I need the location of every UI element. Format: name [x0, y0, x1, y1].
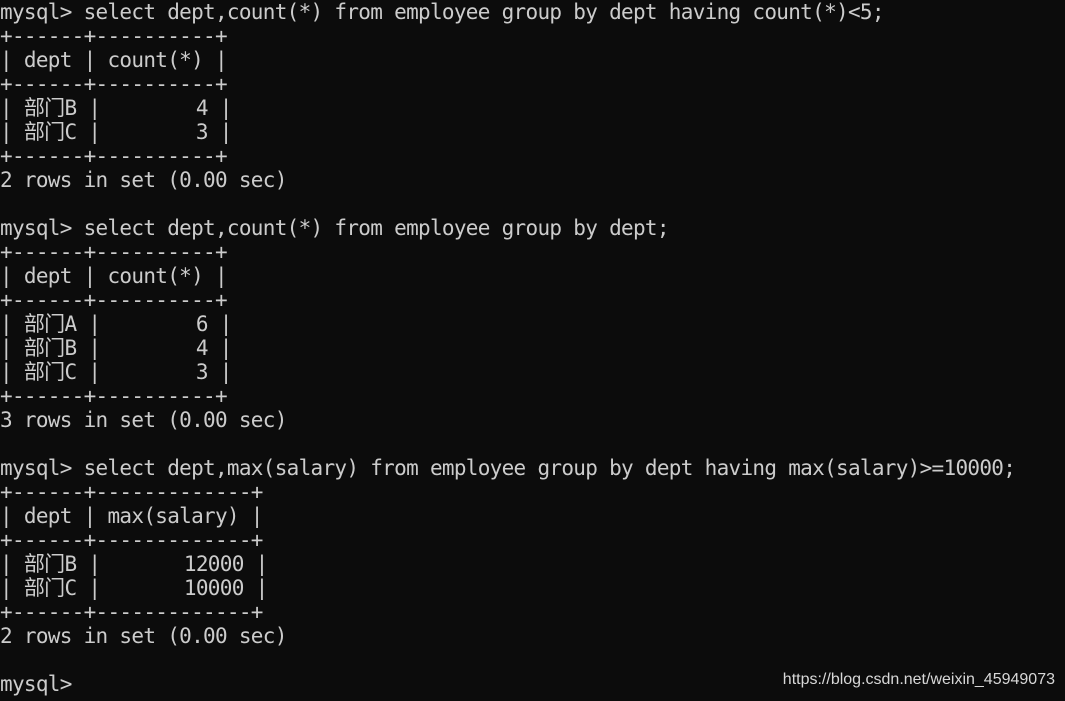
result-summary: 3 rows in set (0.00 sec) [0, 408, 287, 432]
command-line: mysql> select dept,max(salary) from empl… [0, 456, 1016, 480]
result-summary: 2 rows in set (0.00 sec) [0, 168, 287, 192]
table-border: +------+----------+ [0, 24, 228, 48]
table-row: | 部门B | 4 | [0, 336, 232, 360]
table-header-row: | dept | count(*) | [0, 48, 228, 72]
table-border: +------+----------+ [0, 288, 228, 312]
table-row: | 部门B | 4 | [0, 96, 232, 120]
command-line: mysql> select dept,count(*) from employe… [0, 216, 670, 240]
query-block-3: mysql> select dept,max(salary) from empl… [0, 456, 1065, 672]
result-summary: 2 rows in set (0.00 sec) [0, 624, 287, 648]
table-border: +------+-------------+ [0, 528, 263, 552]
terminal-window[interactable]: mysql> select dept,count(*) from employe… [0, 0, 1065, 701]
table-header-row: | dept | max(salary) | [0, 504, 263, 528]
table-header-row: | dept | count(*) | [0, 264, 228, 288]
table-row: | 部门A | 6 | [0, 312, 232, 336]
table-border: +------+-------------+ [0, 600, 263, 624]
table-row: | 部门C | 10000 | [0, 576, 268, 600]
query-block-1: mysql> select dept,count(*) from employe… [0, 0, 1065, 216]
table-row: | 部门C | 3 | [0, 360, 232, 384]
table-border: +------+----------+ [0, 144, 228, 168]
table-row: | 部门C | 3 | [0, 120, 232, 144]
table-border: +------+-------------+ [0, 480, 263, 504]
watermark-text: https://blog.csdn.net/weixin_45949073 [782, 671, 1055, 688]
command-line: mysql> select dept,count(*) from employe… [0, 0, 884, 24]
table-row: | 部门B | 12000 | [0, 552, 268, 576]
table-border: +------+----------+ [0, 72, 228, 96]
query-block-2: mysql> select dept,count(*) from employe… [0, 216, 1065, 456]
table-border: +------+----------+ [0, 384, 228, 408]
table-border: +------+----------+ [0, 240, 228, 264]
